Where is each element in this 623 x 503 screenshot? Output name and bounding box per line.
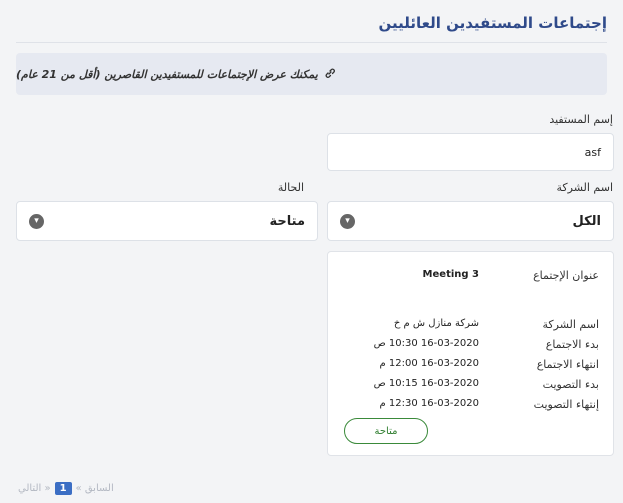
company-label: اسم الشركة — [556, 181, 613, 194]
meeting-start-label: بدء الاجتماع — [545, 338, 599, 351]
status-select-value: متاحة — [269, 213, 306, 229]
chevron-down-icon: ▾ — [340, 213, 355, 229]
meeting-title-value: Meeting 3 — [422, 269, 479, 280]
title-divider — [16, 42, 607, 43]
meeting-start-value: 16-03-2020 10:30 ص — [373, 338, 479, 349]
vote-start-label: بدء التصويت — [542, 378, 599, 391]
status-select[interactable]: متاحة ▾ — [16, 201, 318, 241]
meeting-end-value: 16-03-2020 12:00 م — [379, 358, 479, 369]
vote-start-value: 16-03-2020 10:15 ص — [373, 378, 479, 389]
beneficiary-input-value: asf — [584, 145, 601, 159]
pager-current-page[interactable]: 1 — [54, 482, 72, 495]
info-text: يمكنك عرض الإجتماعات للمستفيدين القاصرين… — [16, 67, 318, 81]
pagination: التالي » 1 « السابق — [18, 482, 114, 495]
pager-prev[interactable]: « السابق — [76, 483, 114, 494]
chevron-down-icon: ▾ — [29, 213, 44, 229]
meeting-company-label: اسم الشركة — [542, 318, 599, 331]
beneficiary-input[interactable]: asf — [327, 133, 614, 171]
meeting-company-value: شركة منازل ش م خ — [393, 318, 479, 329]
vote-end-label: إنتهاء التصويت — [533, 398, 599, 411]
status-label: الحالة — [277, 181, 304, 194]
info-banner: يمكنك عرض الإجتماعات للمستفيدين القاصرين… — [16, 53, 607, 95]
meeting-card: عنوان الإجتماع Meeting 3 اسم الشركة شركة… — [327, 251, 614, 456]
meeting-status-button[interactable]: متاحة — [344, 418, 428, 444]
beneficiary-label: إسم المستفيد — [549, 113, 613, 126]
meeting-title-label: عنوان الإجتماع — [533, 269, 599, 282]
company-select-value: الكل — [572, 213, 601, 229]
link-icon[interactable] — [324, 67, 336, 82]
vote-end-value: 16-03-2020 12:30 م — [379, 398, 479, 409]
pager-next[interactable]: التالي » — [18, 483, 51, 494]
meeting-end-label: انتهاء الاجتماع — [536, 358, 599, 371]
company-select[interactable]: الكل ▾ — [327, 201, 614, 241]
page-title: إجتماعات المستفيدين العائليين — [378, 14, 607, 32]
